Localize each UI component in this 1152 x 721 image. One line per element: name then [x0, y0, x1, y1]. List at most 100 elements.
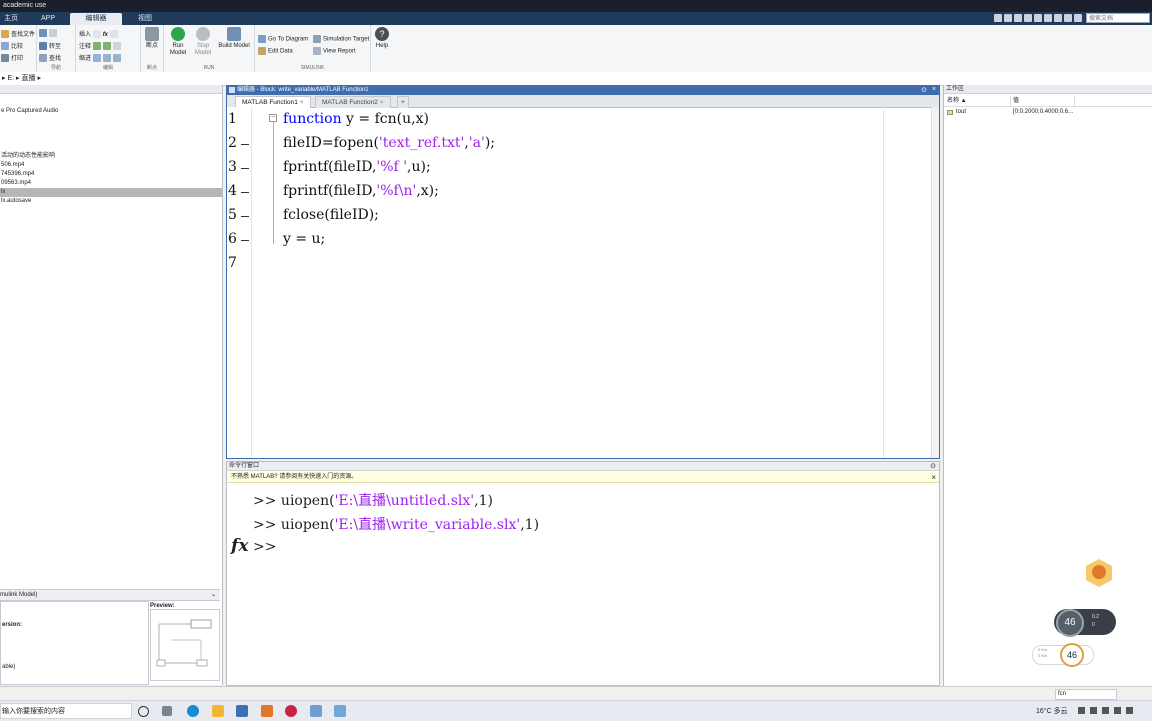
tab-matlab-function2[interactable]: MATLAB Function2 ×	[315, 96, 391, 108]
breakpoint-dash[interactable]	[241, 192, 249, 193]
redo-icon[interactable]	[1044, 14, 1052, 22]
command-prompt[interactable]: >>	[253, 539, 276, 555]
run-model-button[interactable]: Run Model	[166, 27, 190, 57]
file-item[interactable]: 活动的动态性能影响	[0, 152, 222, 161]
tab-home[interactable]: 主页	[0, 13, 22, 25]
editor-title: 编辑器 - Block: write_variable/MATLAB Funct…	[227, 86, 939, 95]
breakpoint-dash[interactable]	[241, 216, 249, 217]
command-window-menu-icon[interactable]: ⊙	[930, 462, 936, 470]
code-token: ,u);	[407, 159, 431, 175]
matlab-icon[interactable]	[261, 705, 273, 717]
file-item[interactable]: lx.autosave	[0, 197, 222, 206]
close-notice-icon[interactable]: ×	[931, 472, 936, 483]
stop-model-button[interactable]: Stop Model	[191, 27, 215, 57]
insert-button[interactable]: 插入 fx	[79, 29, 120, 39]
chevron-down-icon[interactable]: ⌄	[211, 590, 216, 600]
copy-icon[interactable]	[1014, 14, 1022, 22]
tab-apps[interactable]: APP	[34, 13, 62, 25]
prompt-token: >>	[253, 493, 281, 509]
code-line[interactable]: fprintf(fileID,'%f\n',x);	[283, 183, 439, 199]
undo-icon[interactable]	[1034, 14, 1042, 22]
cortana-icon[interactable]	[138, 706, 149, 717]
save-icon[interactable]	[994, 14, 1002, 22]
fx-icon[interactable]: fx	[103, 32, 108, 38]
col-name[interactable]: 名称 ▲	[947, 96, 967, 106]
undock-icon[interactable]: ⊙	[921, 86, 927, 94]
help-icon[interactable]	[1064, 14, 1072, 22]
simulation-target-button[interactable]: Simulation Target	[313, 35, 369, 43]
close-tab-icon[interactable]: ×	[380, 99, 384, 106]
view-report-button[interactable]: View Report	[313, 47, 356, 55]
recorder-icon[interactable]	[285, 705, 297, 717]
new-tab-button[interactable]: +	[397, 96, 409, 108]
file-explorer-icon[interactable]	[212, 705, 224, 717]
taskbar-search-input[interactable]: 输入你要搜索的内容	[0, 703, 132, 719]
system-tray	[1078, 707, 1133, 714]
file-item[interactable]: 745396.mp4	[0, 170, 222, 179]
notification-icon[interactable]	[1126, 707, 1133, 714]
breakpoint-dash[interactable]	[241, 168, 249, 169]
matrix-icon	[947, 110, 953, 115]
breadcrumb-folder[interactable]: 直播	[22, 75, 36, 82]
chevron-up-icon[interactable]	[1078, 707, 1085, 714]
fx-icon[interactable]: fx	[231, 536, 248, 556]
comment-button[interactable]: 注释	[79, 41, 123, 51]
code-line[interactable]: y = u;	[283, 231, 325, 247]
workspace-row[interactable]: tout [0;0.2000;0.4000;0.6...	[944, 108, 1152, 117]
compare-icon	[1, 42, 9, 51]
find-files-button[interactable]: 查找文件	[1, 29, 35, 39]
breadcrumb-drive[interactable]: E:	[7, 75, 14, 82]
ime-icon[interactable]	[1114, 707, 1121, 714]
insert-icon	[92, 30, 101, 39]
weather-text[interactable]: 16°C 多云	[1036, 706, 1068, 716]
app-icon[interactable]	[236, 705, 248, 717]
indent-button[interactable]: 缩进	[79, 53, 123, 63]
code-line[interactable]: fileID=fopen('text_ref.txt','a');	[283, 135, 495, 151]
code-line[interactable]: function y = fcn(u,x)	[283, 111, 429, 127]
edit-data-button[interactable]: Edit Data	[258, 47, 293, 55]
switch-windows-icon[interactable]	[1054, 14, 1062, 22]
edge-icon[interactable]	[187, 705, 199, 717]
ribbon-group-navigate: 转至 查找 导航	[37, 25, 76, 72]
breakpoints-button[interactable]: 断点	[144, 27, 160, 50]
stop-icon	[196, 27, 210, 41]
expand-icon[interactable]	[1074, 14, 1082, 22]
go-to-diagram-button[interactable]: Go To Diagram	[258, 35, 308, 43]
goto-button[interactable]: 转至	[39, 41, 61, 51]
build-model-button[interactable]: Build Model	[216, 27, 252, 50]
close-icon[interactable]: ×	[932, 86, 936, 93]
decrease-indent-icon	[112, 54, 121, 63]
command-history-line[interactable]: >> uiopen('E:\直播\write_variable.slx',1)	[253, 514, 539, 534]
breakpoint-dash[interactable]	[241, 240, 249, 241]
find-button[interactable]: 查找	[39, 53, 61, 63]
fold-toggle-icon[interactable]: −	[269, 114, 277, 122]
tab-view[interactable]: 视图	[124, 13, 166, 25]
search-documentation-input[interactable]: 搜索文档	[1086, 13, 1150, 23]
task-view-icon[interactable]	[162, 706, 172, 716]
compare-button[interactable]: 比较	[1, 41, 23, 51]
close-tab-icon[interactable]: ×	[300, 99, 304, 106]
cut-icon[interactable]	[1004, 14, 1012, 22]
volume-icon[interactable]	[1102, 707, 1109, 714]
code-line[interactable]: fprintf(fileID,'%f ',u);	[283, 159, 431, 175]
code-line[interactable]: fclose(fileID);	[283, 207, 379, 223]
file-item-selected[interactable]: lx	[0, 188, 222, 197]
nav-icon-button[interactable]	[39, 29, 59, 37]
network-icon[interactable]	[1090, 707, 1097, 714]
tab-editor[interactable]: 编辑器	[70, 13, 122, 25]
add-icon: +	[401, 99, 405, 106]
details-header[interactable]: mulink Model) ⌄	[0, 589, 220, 601]
editor-scrollbar[interactable]	[931, 107, 939, 458]
paste-icon[interactable]	[1024, 14, 1032, 22]
file-item[interactable]: 506.mp4	[0, 161, 222, 170]
help-button[interactable]: ? Help	[373, 27, 391, 50]
ribbon-group-run: Run Model Stop Model Build Model RUN	[164, 25, 255, 72]
col-value[interactable]: 值	[1013, 96, 1019, 106]
print-button[interactable]: 打印	[1, 53, 23, 63]
window-icon[interactable]	[334, 705, 346, 717]
breakpoint-dash[interactable]	[241, 144, 249, 145]
file-item[interactable]: 09563.mp4	[0, 179, 222, 188]
command-history-line[interactable]: >> uiopen('E:\直播\untitled.slx',1)	[253, 490, 493, 510]
file-item[interactable]: e Pro Captured Audio	[0, 107, 222, 116]
simulink-icon[interactable]	[310, 705, 322, 717]
